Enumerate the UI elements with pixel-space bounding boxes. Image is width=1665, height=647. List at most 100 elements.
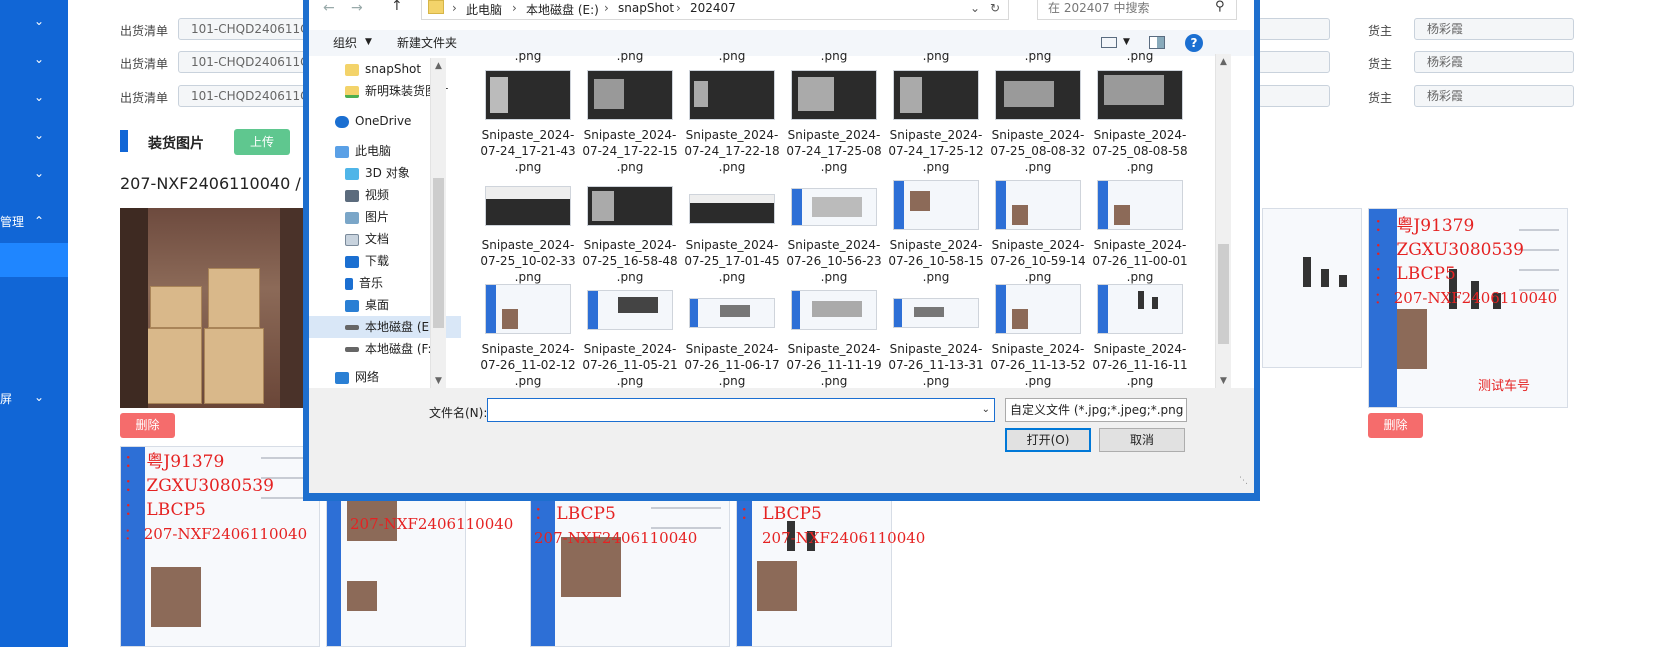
scroll-thumb[interactable]	[433, 178, 444, 328]
owner-input[interactable]: 杨彩霞	[1414, 18, 1574, 40]
refresh-icon[interactable]: ↻	[990, 1, 1000, 15]
file-item[interactable]: Snipaste_2024- 07-24_17-21-43 .png	[479, 70, 577, 174]
file-name: Snipaste_2024- 07-26_11-00-01 .png	[1092, 238, 1188, 284]
file-item[interactable]: Snipaste_2024- 07-26_11-06-17 .png	[683, 284, 781, 388]
breadcrumb-item[interactable]: 此电脑	[466, 1, 502, 18]
chevron-down-icon[interactable]: ⌄	[30, 164, 48, 182]
file-item[interactable]: Snipaste_2024- 07-26_11-13-31 .png	[887, 284, 985, 388]
chevron-down-icon[interactable]: ⌄	[30, 126, 48, 144]
chevron-down-icon[interactable]: ⌄	[30, 388, 48, 406]
file-item[interactable]: Snipaste_2024- 07-26_11-05-21 .png	[581, 284, 679, 388]
file-item[interactable]: Snipaste_2024- 07-24_17-22-15 .png	[581, 70, 679, 174]
file-item[interactable]: Snipaste_2024- 07-26_11-13-52 .png	[989, 284, 1087, 388]
search-input[interactable]: 在 202407 中搜索	[1037, 0, 1237, 20]
file-name: Snipaste_2024- 07-26_10-58-15 .png	[888, 238, 984, 284]
file-name: Snipaste_2024- 07-24_17-21-43 .png	[480, 128, 576, 174]
scroll-down-icon[interactable]: ▼	[1216, 373, 1231, 389]
file-item[interactable]: Snipaste_2024- 07-25_10-02-33 .png	[479, 180, 577, 284]
owner-input[interactable]: 杨彩霞	[1414, 85, 1574, 107]
file-thumbnail	[995, 284, 1081, 334]
chevron-down-icon[interactable]: ⌄	[30, 88, 48, 106]
file-name: Snipaste_2024- 07-26_11-13-31 .png	[888, 342, 984, 388]
view-icon[interactable]	[1101, 37, 1117, 48]
file-thumbnail	[1097, 70, 1183, 120]
scroll-down-icon[interactable]: ▼	[431, 373, 446, 389]
up-arrow-icon[interactable]: ↑	[391, 0, 403, 14]
breadcrumb-item[interactable]: 本地磁盘 (E:)	[526, 1, 599, 18]
file-name[interactable]: .png	[989, 48, 1087, 64]
file-name[interactable]: .png	[479, 48, 577, 64]
scroll-up-icon[interactable]: ▲	[431, 58, 446, 74]
file-name[interactable]: .png	[887, 48, 985, 64]
new-folder-button[interactable]: 新建文件夹	[397, 34, 457, 51]
owner-input[interactable]: 杨彩霞	[1414, 51, 1574, 73]
forward-arrow-icon[interactable]: →	[351, 0, 363, 16]
breadcrumb-item[interactable]: snapShot	[618, 1, 674, 15]
upload-button[interactable]: 上传	[234, 129, 290, 155]
file-item[interactable]: Snipaste_2024- 07-26_11-11-19 .png	[785, 284, 883, 388]
breadcrumb-item[interactable]: 202407	[690, 1, 736, 15]
file-item[interactable]: Snipaste_2024- 07-25_17-01-45 .png	[683, 180, 781, 284]
shipping-list-input[interactable]: 101-CHQD240611C	[178, 18, 308, 40]
uploaded-screenshot[interactable]	[326, 480, 466, 647]
sidebar-item-label[interactable]: 管理	[0, 213, 24, 230]
file-name[interactable]: .png	[581, 48, 679, 64]
cancel-button[interactable]: 取消	[1099, 428, 1185, 452]
hidden-field-input[interactable]	[1258, 51, 1330, 73]
file-thumbnail	[689, 298, 775, 328]
organize-button[interactable]: 组织	[333, 34, 357, 51]
file-item[interactable]: Snipaste_2024- 07-25_08-08-32 .png	[989, 70, 1087, 174]
file-grid: .png .png .png .png .png .png .png Snipa…	[479, 48, 1221, 410]
pictures-icon	[345, 211, 359, 224]
scroll-thumb[interactable]	[1218, 244, 1229, 344]
delete-button[interactable]: 删除	[120, 413, 175, 438]
filename-input[interactable]: ⌄	[487, 398, 995, 422]
uploaded-screenshot[interactable]	[1262, 208, 1362, 368]
file-thumbnail	[587, 70, 673, 120]
file-item[interactable]: Snipaste_2024- 07-24_17-22-18 .png	[683, 70, 781, 174]
file-thumbnail	[689, 70, 775, 120]
drive-icon	[345, 347, 359, 352]
file-item[interactable]: Snipaste_2024- 07-24_17-25-08 .png	[785, 70, 883, 174]
hidden-field-input[interactable]	[1258, 18, 1330, 40]
overlay-container: ： ZGXU3080539	[1374, 240, 1524, 260]
desktop-icon	[345, 299, 359, 312]
delete-button[interactable]: 删除	[1368, 413, 1423, 438]
chevron-down-icon[interactable]: ▼	[1123, 37, 1130, 47]
chevron-down-icon[interactable]: ⌄	[30, 50, 48, 68]
file-item[interactable]: Snipaste_2024- 07-26_10-58-15 .png	[887, 180, 985, 284]
file-item[interactable]: Snipaste_2024- 07-26_11-16-11 .png	[1091, 284, 1189, 388]
back-arrow-icon[interactable]: ←	[323, 0, 335, 16]
file-name[interactable]: .png	[683, 48, 781, 64]
music-icon	[345, 277, 353, 290]
file-grid-scrollbar[interactable]: ▲ ▼	[1215, 54, 1231, 389]
filetype-select[interactable]: 自定义文件 (*.jpg;*.jpeg;*.png	[1005, 398, 1187, 422]
container-photo[interactable]	[120, 208, 308, 408]
chevron-down-icon[interactable]: ⌄	[982, 404, 990, 415]
chevron-down-icon[interactable]: ⌄	[970, 1, 980, 15]
file-name[interactable]: .png	[785, 48, 883, 64]
shipping-list-input[interactable]: 101-CHQD240611C	[178, 51, 308, 73]
file-item[interactable]: Snipaste_2024- 07-25_08-08-58 .png	[1091, 70, 1189, 174]
sidebar-item-active[interactable]	[0, 243, 68, 277]
address-bar[interactable]: › 此电脑 › 本地磁盘 (E:) › snapShot › 202407 ⌄ …	[421, 0, 1009, 20]
chevron-down-icon[interactable]: ⌄	[30, 12, 48, 30]
file-item[interactable]: Snipaste_2024- 07-25_16-58-48 .png	[581, 180, 679, 284]
file-item[interactable]: Snipaste_2024- 07-24_17-25-12 .png	[887, 70, 985, 174]
file-thumbnail	[893, 70, 979, 120]
file-item[interactable]: Snipaste_2024- 07-26_10-59-14 .png	[989, 180, 1087, 284]
tree-scrollbar[interactable]: ▲ ▼	[430, 58, 446, 389]
open-button[interactable]: 打开(O)	[1005, 428, 1091, 452]
scroll-up-icon[interactable]: ▲	[1216, 54, 1231, 70]
file-item[interactable]: Snipaste_2024- 07-26_10-56-23 .png	[785, 180, 883, 284]
file-item[interactable]: Snipaste_2024- 07-26_11-02-12 .png	[479, 284, 577, 388]
file-name: Snipaste_2024- 07-25_08-08-58 .png	[1092, 128, 1188, 174]
sidebar-item-label[interactable]: 屏	[0, 390, 12, 407]
file-name[interactable]: .png	[1091, 48, 1189, 64]
resize-grip-icon[interactable]: ⋱	[1239, 476, 1248, 486]
cube-icon	[345, 167, 359, 180]
chevron-up-icon[interactable]: ⌃	[30, 212, 48, 230]
file-item[interactable]: Snipaste_2024- 07-26_11-00-01 .png	[1091, 180, 1189, 284]
hidden-field-input[interactable]	[1258, 85, 1330, 107]
shipping-list-input[interactable]: 101-CHQD240611C	[178, 85, 308, 107]
